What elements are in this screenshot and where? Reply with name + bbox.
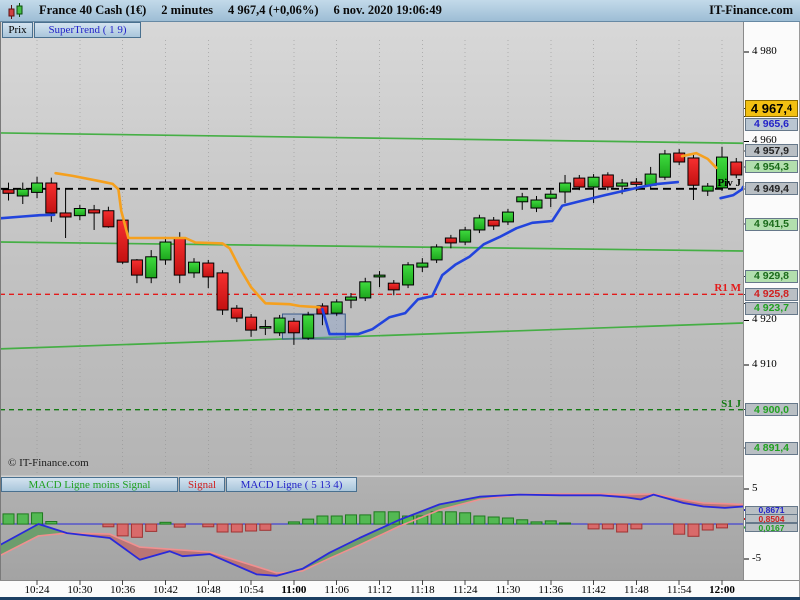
title-bar: France 40 Cash (1€) 2 minutes 4 967,4 (+… — [0, 0, 800, 22]
chart-window: France 40 Cash (1€) 2 minutes 4 967,4 (+… — [0, 0, 800, 600]
price-change: (+0,06%) — [269, 3, 319, 17]
last-price-and-change: 4 967,4 (+0,06%) — [228, 3, 318, 18]
tab-supertrend[interactable]: SuperTrend ( 1 9) — [34, 22, 141, 38]
watermark: © IT-Finance.com — [8, 457, 89, 469]
brand-label: IT-Finance.com — [709, 3, 793, 18]
candlestick-logo-icon — [7, 2, 24, 20]
tab-macd-minus-signal[interactable]: MACD Ligne moins Signal — [1, 477, 178, 492]
last-price: 4 967,4 — [228, 3, 266, 17]
tab-signal[interactable]: Signal — [179, 477, 225, 492]
datetime-label: 6 nov. 2020 19:06:49 — [333, 3, 441, 18]
interval-label: 2 minutes — [161, 3, 213, 18]
tab-prix[interactable]: Prix — [2, 22, 33, 38]
chart-canvas[interactable] — [0, 0, 800, 600]
tab-macd-line[interactable]: MACD Ligne ( 5 13 4) — [226, 477, 357, 492]
instrument-name: France 40 Cash (1€) — [39, 3, 146, 18]
